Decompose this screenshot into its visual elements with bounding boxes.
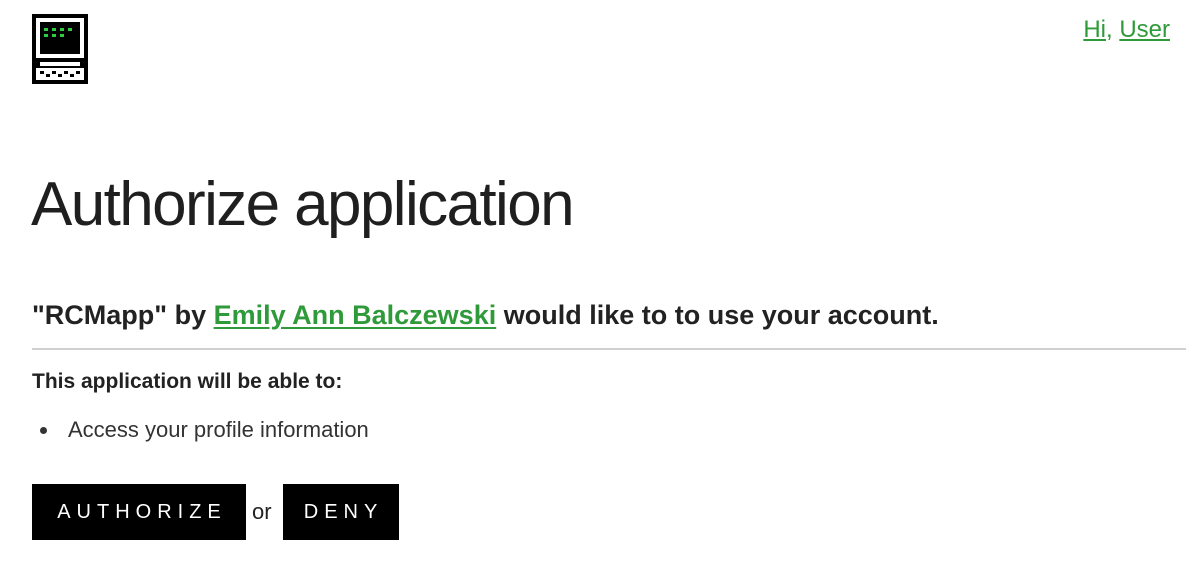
permission-item: Access your profile information xyxy=(32,416,369,444)
or-separator: or xyxy=(252,499,272,524)
deny-button[interactable]: DENY xyxy=(282,484,399,540)
hi-link[interactable]: Hi xyxy=(1083,16,1106,43)
authorization-actions: AUTHORIZE or DENY xyxy=(32,484,399,540)
permissions-list: Access your profile information xyxy=(32,416,369,444)
bullet-icon xyxy=(40,427,47,434)
greeting-separator: , xyxy=(1105,16,1120,43)
authorize-button[interactable]: AUTHORIZE xyxy=(32,484,246,540)
app-name: "RCMapp" xyxy=(32,300,168,330)
permission-label: Access your profile information xyxy=(68,417,369,442)
request-suffix: would like to to use your account. xyxy=(496,300,939,330)
divider xyxy=(32,348,1186,350)
page-title: Authorize application xyxy=(31,170,575,239)
retro-computer-icon xyxy=(32,14,88,84)
by-text: by xyxy=(167,300,214,330)
user-greeting: Hi, User xyxy=(1083,16,1170,44)
permissions-heading: This application will be able to: xyxy=(32,370,343,393)
authorization-request-text: "RCMapp" by Emily Ann Balczewski would l… xyxy=(32,298,939,332)
user-profile-link[interactable]: User xyxy=(1119,16,1170,43)
authorize-page: Hi, User Authorize application "RCMapp" … xyxy=(0,0,1186,584)
author-link[interactable]: Emily Ann Balczewski xyxy=(214,300,497,330)
